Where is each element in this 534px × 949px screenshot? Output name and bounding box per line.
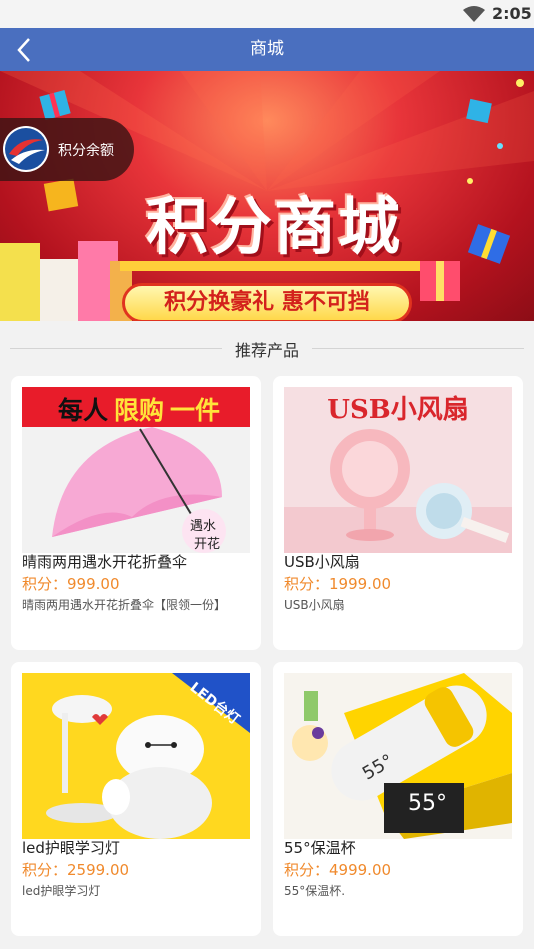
wifi-icon bbox=[463, 6, 485, 22]
product-image-text: 限购 bbox=[114, 396, 165, 425]
product-image-text: 开花 bbox=[194, 537, 221, 552]
product-price: 积分：999.00 bbox=[22, 575, 120, 593]
status-time: 2:05 bbox=[492, 4, 532, 23]
product-card[interactable]: 每人 限购 一件 遇水 开花 晴雨两用遇水开花折叠伞 积分：999.00 晴雨两… bbox=[11, 376, 261, 650]
product-description: 晴雨两用遇水开花折叠伞【限领一份】 bbox=[22, 598, 227, 612]
product-description: 55°保温杯. bbox=[284, 884, 346, 898]
section-header: 推荐产品 bbox=[0, 330, 534, 366]
page-title: 商城 bbox=[250, 39, 284, 59]
product-image: USB小风扇 bbox=[284, 387, 512, 553]
product-name: 55°保温杯 bbox=[284, 839, 356, 857]
product-image-text: USB小风扇 bbox=[327, 395, 469, 425]
product-price: 积分：4999.00 bbox=[284, 861, 392, 879]
product-image-text: 55° bbox=[408, 791, 447, 816]
product-image: LED台灯 bbox=[22, 673, 250, 839]
product-price: 积分：2599.00 bbox=[22, 861, 130, 879]
banner-subtitle: 积分换豪礼 惠不可挡 bbox=[122, 283, 412, 321]
points-balance-label: 积分余额 bbox=[58, 143, 114, 159]
product-image: 每人 限购 一件 遇水 开花 bbox=[22, 387, 250, 553]
banner-title: 积分商城 bbox=[145, 190, 402, 263]
product-name: USB小风扇 bbox=[284, 553, 360, 571]
product-image-text: 遇水 bbox=[190, 519, 217, 534]
product-description: USB小风扇 bbox=[284, 598, 345, 612]
points-balance-button[interactable]: 积分余额 bbox=[0, 118, 134, 181]
product-image-text: 一件 bbox=[170, 396, 221, 425]
product-card[interactable]: LED台灯 led护眼学习灯 积分：2599.00 led护眼学习灯 bbox=[11, 662, 261, 936]
product-image-text: 每人 bbox=[58, 396, 109, 425]
brand-logo-icon bbox=[3, 126, 49, 172]
divider bbox=[312, 348, 524, 349]
product-image: 55° 55° bbox=[284, 673, 512, 839]
product-price: 积分：1999.00 bbox=[284, 575, 392, 593]
status-bar: 2:05 bbox=[0, 0, 534, 28]
promo-banner[interactable]: 积分商城 积分换豪礼 惠不可挡 bbox=[0, 71, 534, 321]
product-description: led护眼学习灯 bbox=[22, 884, 101, 898]
product-card[interactable]: 55° 55° 55°保温杯 积分：4999.00 55°保温杯. bbox=[273, 662, 523, 936]
product-name: 晴雨两用遇水开花折叠伞 bbox=[22, 553, 188, 571]
app-bar: 商城 bbox=[0, 28, 534, 71]
section-title: 推荐产品 bbox=[234, 341, 299, 360]
product-card[interactable]: USB小风扇 USB小风扇 积分：1999.00 USB小风扇 bbox=[273, 376, 523, 650]
product-name: led护眼学习灯 bbox=[22, 839, 120, 857]
